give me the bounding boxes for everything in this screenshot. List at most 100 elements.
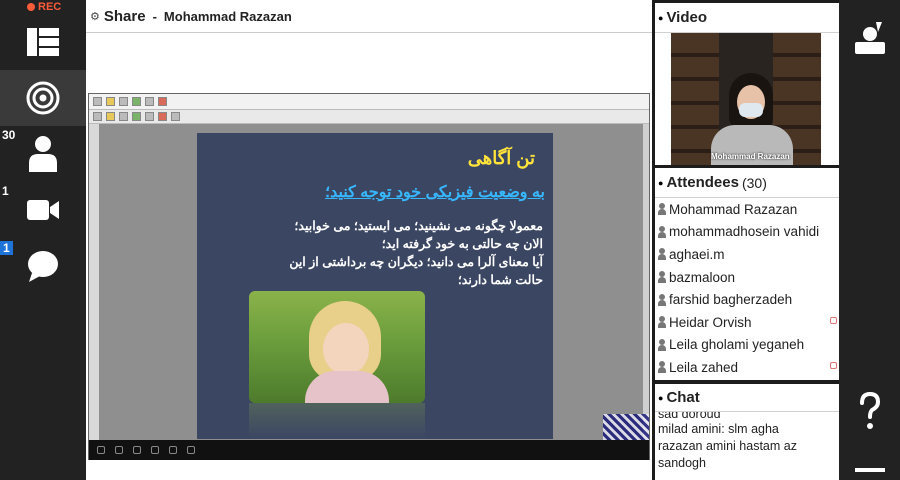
chat-count: 1 <box>0 241 13 255</box>
menu-button[interactable] <box>839 462 900 478</box>
chat-message: razazan amini hastam az <box>658 439 797 453</box>
app-toolbar <box>89 110 649 124</box>
pods-target-button[interactable] <box>0 70 86 126</box>
app-menu-icon <box>145 97 154 106</box>
attendee-name: farshid bagherzadeh <box>669 292 793 308</box>
right-pods: ● Video Mohammad Razazan ● Attendees (30… <box>652 0 839 480</box>
slide-body: معمولا چگونه می نشینید؛ می ایستید؛ می خو… <box>243 217 543 289</box>
attendee-list: Mohammad Razazan mohammadhosein vahidi a… <box>655 198 839 379</box>
recording-dot-icon <box>27 3 35 11</box>
recording-label: REC <box>38 1 62 13</box>
participant-icon <box>658 271 666 284</box>
attendee-row[interactable]: aghaei.m <box>655 243 839 266</box>
tool-icon <box>106 112 115 121</box>
raise-hand-icon <box>854 22 885 54</box>
tool-icon <box>93 112 102 121</box>
share-title: Share <box>103 7 146 25</box>
participant-icon <box>658 338 666 351</box>
attendees-pod: ● Attendees (30) Mohammad Razazan mohamm… <box>655 168 839 380</box>
attendee-row[interactable]: farshid bagherzadeh <box>655 288 839 311</box>
camera-count: 1 <box>2 184 9 198</box>
child-photo <box>249 291 425 403</box>
taskbar-icon <box>151 446 159 454</box>
attendee-name: Mohammad Razazan <box>669 201 798 217</box>
attendee-row[interactable]: Leila gholami yeganeh <box>655 334 839 357</box>
face-mask <box>739 103 763 117</box>
taskbar-icon <box>187 446 195 454</box>
attendee-name: aghaei.m <box>669 246 725 262</box>
attendee-count: 30 <box>2 128 16 142</box>
share-pod: ⚙ Share - Mohammad Razazan تن آگاهی به و… <box>86 0 652 480</box>
video-header: ● Video <box>655 3 839 33</box>
tool-icon <box>171 112 180 121</box>
share-separator: - <box>152 8 157 24</box>
photo-reflection <box>249 403 425 439</box>
slide-subtitle: به وضعیت فیزیکی خود توجه کنید؛ <box>325 184 545 201</box>
app-side-panel <box>89 124 99 440</box>
attendees-title: Attendees <box>666 174 739 191</box>
app-scrollbar <box>643 124 649 440</box>
app-menu-icon <box>158 97 167 106</box>
app-menu-icon <box>132 97 141 106</box>
video-participant-name: Mohammad Razazan <box>711 152 790 161</box>
meeting-window: REC 30 1 1 ⚙ Share - Mohammad Razazan تن… <box>0 0 900 480</box>
chat-message-partial: sad doroud <box>658 412 721 421</box>
photo-body <box>305 371 389 403</box>
attendee-icon <box>29 136 57 172</box>
taskbar-icon <box>169 446 177 454</box>
slide-line: معمولا چگونه می نشینید؛ می ایستید؛ می خو… <box>294 219 543 233</box>
attendee-name: mohammadhosein vahidi <box>669 224 820 240</box>
share-footer <box>86 460 652 480</box>
attendee-name: Heidar Orvish <box>669 314 752 330</box>
mic-status-icon <box>830 362 837 370</box>
chat-bubble-icon <box>28 251 58 282</box>
video-feed: Mohammad Razazan <box>671 33 821 165</box>
chat-message: milad amini: slm agha <box>658 422 779 436</box>
attendees-button[interactable]: 30 <box>0 126 86 182</box>
participant-icon <box>658 293 666 306</box>
app-menu-icon <box>93 97 102 106</box>
presentation-slide: تن آگاهی به وضعیت فیزیکی خود توجه کنید؛ … <box>197 133 553 439</box>
participant-icon <box>658 248 666 261</box>
attendee-row[interactable]: Mohammad Razazan <box>655 198 839 221</box>
attendee-row[interactable]: bazmaloon <box>655 266 839 289</box>
start-icon <box>97 446 105 454</box>
photo-face <box>323 323 369 375</box>
help-button[interactable] <box>839 388 900 436</box>
left-toolbar: REC 30 1 1 <box>0 0 86 480</box>
video-pod: ● Video Mohammad Razazan <box>655 3 839 165</box>
layout-button[interactable] <box>0 14 86 70</box>
attendee-row[interactable]: mohammadhosein vahidi <box>655 221 839 244</box>
camera-button[interactable]: 1 <box>0 182 86 238</box>
slide-line: حالت شما دارند؛ <box>457 273 543 287</box>
shared-screen: تن آگاهی به وضعیت فیزیکی خود توجه کنید؛ … <box>88 93 650 461</box>
share-gear-icon[interactable]: ⚙ <box>90 10 100 23</box>
taskbar-icon <box>115 446 123 454</box>
chat-button[interactable]: 1 <box>0 238 86 294</box>
pod-bullet-icon: ● <box>658 392 664 403</box>
taskbar <box>89 440 649 460</box>
attendees-header: ● Attendees (30) <box>655 168 839 198</box>
pod-bullet-icon: ● <box>658 177 664 188</box>
slide-line: الان چه حالتی به خود گرفته اید؛ <box>381 237 543 251</box>
host-icon <box>658 203 666 216</box>
menu-icon <box>854 468 885 472</box>
chat-title: Chat <box>666 389 700 406</box>
camera-icon <box>27 200 59 220</box>
raise-hand-button[interactable] <box>839 14 900 62</box>
attendee-row[interactable]: Heidar Orvish <box>655 311 839 334</box>
app-menu-icon <box>119 97 128 106</box>
attendee-row[interactable]: Leila zahed <box>655 356 839 379</box>
chat-message: sandogh <box>658 456 706 470</box>
help-icon <box>859 392 880 429</box>
attendee-name: bazmaloon <box>669 269 736 285</box>
recording-indicator: REC <box>27 1 61 13</box>
slide-line: آیا معنای آلرا می دانید؛ دیگران چه برداش… <box>289 255 543 269</box>
tool-icon <box>145 112 154 121</box>
layout-icon <box>27 28 59 56</box>
tool-icon <box>158 112 167 121</box>
participant-icon <box>658 316 666 329</box>
app-menubar <box>89 94 649 110</box>
chat-header: ● Chat <box>655 384 839 412</box>
video-title: Video <box>666 9 708 26</box>
